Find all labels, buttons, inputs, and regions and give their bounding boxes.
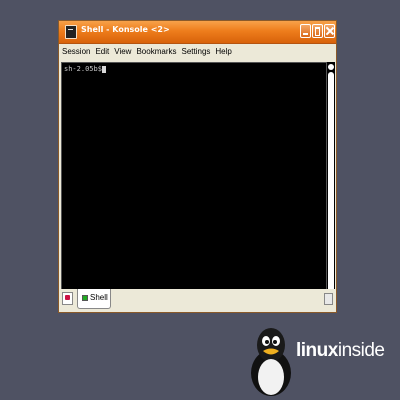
- minimize-button[interactable]: [300, 24, 311, 38]
- maximize-button[interactable]: [312, 24, 323, 38]
- shell-prompt: sh-2.05b$: [64, 65, 102, 73]
- scroll-thumb[interactable]: [328, 72, 334, 292]
- tab-bar: Shell: [59, 289, 336, 312]
- brand-light: inside: [337, 340, 385, 361]
- menu-edit[interactable]: Edit: [95, 47, 109, 56]
- terminal-icon[interactable]: [65, 25, 77, 39]
- close-button[interactable]: [324, 24, 335, 38]
- window-title: Shell - Konsole <2>: [81, 25, 170, 34]
- tab-label: Shell: [90, 293, 108, 302]
- menu-help[interactable]: Help: [215, 47, 231, 56]
- menu-settings[interactable]: Settings: [181, 47, 210, 56]
- konsole-window: Shell - Konsole <2> Session Edit View Bo…: [58, 20, 337, 313]
- vertical-scrollbar[interactable]: [327, 62, 335, 308]
- menu-bookmarks[interactable]: Bookmarks: [136, 47, 176, 56]
- title-bar[interactable]: Shell - Konsole <2>: [59, 21, 336, 44]
- brand-bold: linux: [296, 340, 338, 361]
- menu-view[interactable]: View: [114, 47, 131, 56]
- penguin-logo: [251, 328, 291, 396]
- text-cursor: [102, 66, 106, 73]
- new-tab-icon[interactable]: [62, 292, 73, 305]
- close-tab-icon[interactable]: [324, 293, 333, 305]
- shell-icon: [82, 295, 88, 301]
- terminal-area[interactable]: sh-2.05b$: [61, 62, 327, 308]
- menu-bar: Session Edit View Bookmarks Settings Hel…: [59, 43, 336, 60]
- tab-shell[interactable]: Shell: [77, 289, 111, 309]
- menu-session[interactable]: Session: [62, 47, 90, 56]
- brand-logo-text: linuxinside: [296, 340, 385, 362]
- scroll-up-button[interactable]: [328, 64, 334, 70]
